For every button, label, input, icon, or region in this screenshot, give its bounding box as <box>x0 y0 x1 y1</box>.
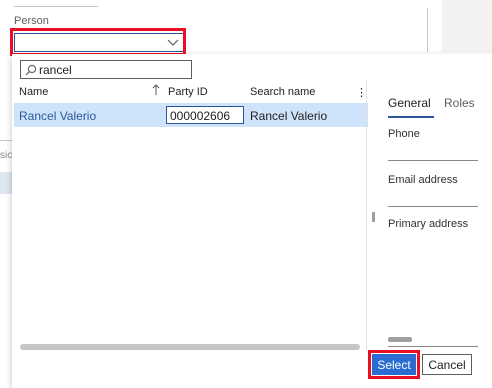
active-tab-indicator <box>388 116 434 118</box>
grid-border <box>366 80 367 350</box>
form-divider <box>14 6 98 7</box>
pane-splitter-handle[interactable] <box>372 212 375 222</box>
details-divider <box>388 346 478 347</box>
cell-name[interactable]: Rancel Valerio <box>19 109 96 123</box>
sort-ascending-icon[interactable] <box>152 84 160 96</box>
table-row[interactable]: Rancel Valerio 000002606 Rancel Valerio <box>14 103 368 127</box>
tab-general[interactable]: General <box>388 96 431 110</box>
column-header-search-name[interactable]: Search name <box>250 86 315 98</box>
primary-address-label: Primary address <box>388 218 469 230</box>
person-label: Person <box>14 15 49 27</box>
tab-roles[interactable]: Roles <box>444 96 475 110</box>
form-divider-vertical <box>427 8 428 52</box>
select-button-highlight <box>368 350 420 379</box>
background-panel <box>442 0 492 52</box>
email-address-label: Email address <box>388 174 458 186</box>
background-text-fragment: sic <box>0 150 13 161</box>
person-field-highlight <box>10 28 186 56</box>
cancel-button[interactable]: Cancel <box>422 354 472 375</box>
horizontal-scrollbar[interactable] <box>20 344 360 350</box>
cell-search-name[interactable]: Rancel Valerio <box>250 109 327 123</box>
background-divider <box>0 140 12 141</box>
column-header-party-id[interactable]: Party ID <box>168 86 208 98</box>
background-selected-strip <box>0 172 12 194</box>
cell-party-id[interactable]: 000002606 <box>166 106 244 124</box>
lookup-search-input[interactable]: rancel <box>20 60 192 79</box>
search-text: rancel <box>39 63 72 77</box>
email-address-value <box>388 206 478 207</box>
lookup-grid: Name Party ID Search name ⋮ Rancel Valer… <box>14 80 368 350</box>
details-scrollbar[interactable] <box>388 337 412 342</box>
grid-header: Name Party ID Search name ⋮ <box>14 80 368 102</box>
phone-label: Phone <box>388 128 420 140</box>
person-lookup-dropdown: rancel Name Party ID Search name ⋮ Rance… <box>12 54 492 388</box>
search-icon <box>25 64 37 76</box>
phone-value <box>388 160 478 161</box>
column-header-name[interactable]: Name <box>19 86 48 98</box>
